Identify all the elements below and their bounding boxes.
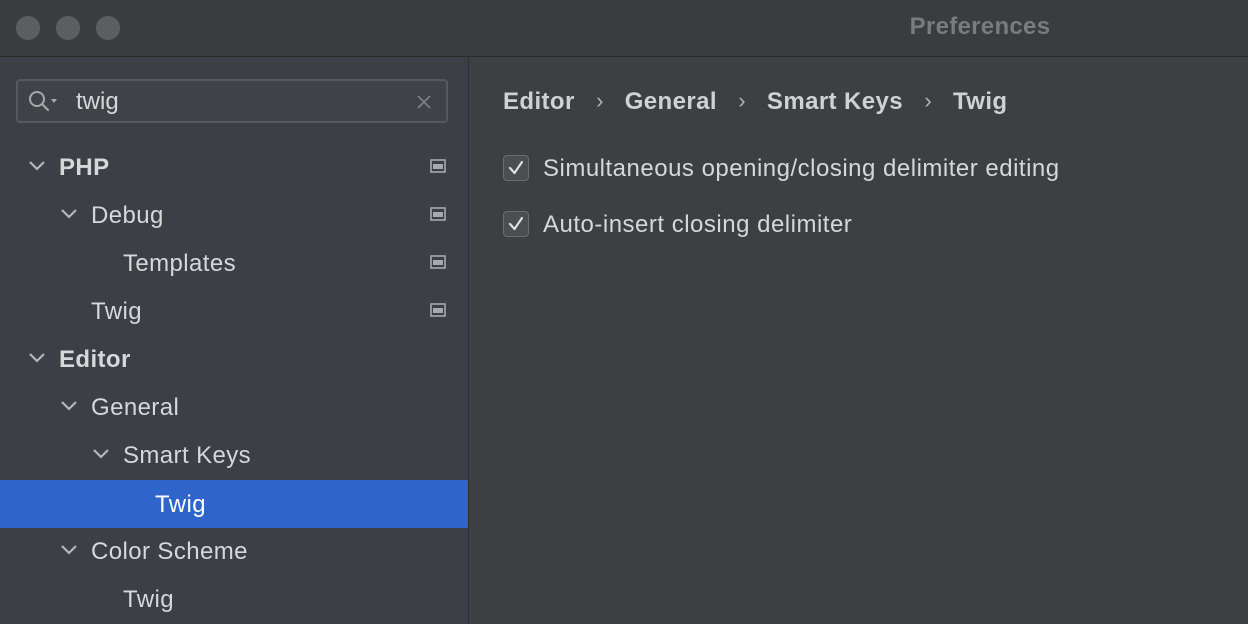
auto-insert-checkbox[interactable]: [503, 211, 529, 237]
window-title: Preferences: [909, 13, 1051, 40]
tree-item-color-scheme-twig[interactable]: Twig: [0, 575, 468, 623]
chevron-down-icon[interactable]: [60, 543, 78, 557]
tree-item-label: Editor: [59, 346, 131, 373]
tree-item-debug[interactable]: Debug: [0, 191, 468, 239]
tree-item-label: Templates: [123, 250, 236, 277]
project-level-icon: [430, 303, 446, 317]
breadcrumb-separator-icon: ›: [924, 88, 932, 113]
tree-item-php[interactable]: PHP: [0, 143, 468, 191]
checkmark-icon: [508, 160, 524, 175]
option-label[interactable]: Simultaneous opening/closing delimiter e…: [543, 155, 1060, 183]
breadcrumb-editor: Editor: [503, 88, 575, 115]
chevron-down-icon[interactable]: [28, 159, 46, 173]
tree-item-label: Twig: [123, 586, 174, 613]
tree-item-label: General: [91, 394, 180, 421]
breadcrumb-general: General: [624, 88, 717, 115]
tree-item-php-twig[interactable]: Twig: [0, 287, 468, 335]
tree-item-templates[interactable]: Templates: [0, 239, 468, 287]
breadcrumb-smart-keys: Smart Keys: [766, 88, 903, 115]
simultaneous-editing-checkbox[interactable]: [503, 155, 529, 181]
tree-item-label: Color Scheme: [91, 538, 248, 565]
settings-sidebar: PHP Debug Templates Twig: [0, 57, 469, 624]
chevron-down-icon[interactable]: [28, 351, 46, 365]
project-level-icon: [430, 207, 446, 221]
search-input[interactable]: [76, 89, 396, 115]
tree-item-general[interactable]: General: [0, 383, 468, 431]
breadcrumb-separator-icon: ›: [738, 88, 746, 113]
chevron-down-icon[interactable]: [92, 447, 110, 461]
preferences-window: Preferences PHP: [0, 0, 1248, 624]
tree-item-editor[interactable]: Editor: [0, 335, 468, 383]
zoom-window-button[interactable]: [96, 16, 120, 40]
search-icon[interactable]: [28, 90, 58, 114]
breadcrumb-twig: Twig: [953, 88, 1008, 115]
project-level-icon: [430, 255, 446, 269]
tree-item-smart-keys[interactable]: Smart Keys: [0, 431, 468, 479]
tree-item-smart-keys-twig[interactable]: Twig: [0, 480, 468, 528]
tree-item-label: Debug: [91, 202, 164, 229]
clear-search-icon[interactable]: [416, 94, 432, 110]
minimize-window-button[interactable]: [56, 16, 80, 40]
tree-item-label: Twig: [155, 491, 206, 518]
settings-search-box[interactable]: [16, 79, 448, 123]
title-bar: Preferences: [0, 0, 1248, 57]
checkmark-icon: [508, 216, 524, 231]
option-label[interactable]: Auto-insert closing delimiter: [543, 211, 852, 239]
close-window-button[interactable]: [16, 16, 40, 40]
chevron-down-icon[interactable]: [60, 399, 78, 413]
tree-item-label: PHP: [59, 154, 110, 181]
tree-item-label: Twig: [91, 298, 142, 325]
breadcrumb: Editor › General › Smart Keys › Twig: [503, 88, 1007, 118]
tree-item-label: Smart Keys: [123, 442, 252, 469]
settings-content-panel: Editor › General › Smart Keys › Twig Simultane…: [469, 57, 1248, 624]
chevron-down-icon[interactable]: [60, 207, 78, 221]
project-level-icon: [430, 159, 446, 173]
tree-item-color-scheme[interactable]: Color Scheme: [0, 527, 468, 575]
breadcrumb-separator-icon: ›: [596, 88, 604, 113]
